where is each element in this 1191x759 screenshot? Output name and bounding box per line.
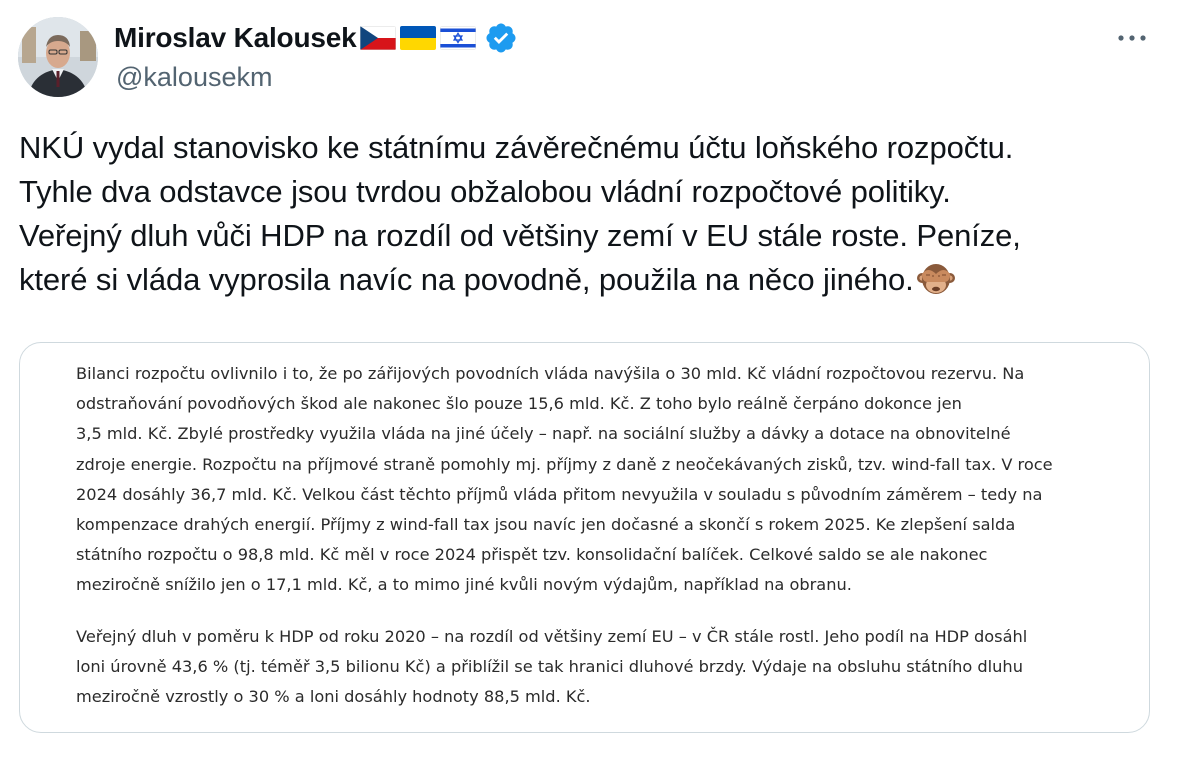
image-text-line: zdroje energie. Rozpočtu na příjmové str… bbox=[76, 454, 1053, 474]
display-name[interactable]: Miroslav Kalousek bbox=[114, 22, 357, 54]
tweet-line: Veřejný dluh vůči HDP na rozdíl od větši… bbox=[19, 218, 1021, 253]
avatar[interactable] bbox=[18, 17, 98, 97]
author-name-row: Miroslav Kalousek bbox=[114, 18, 518, 58]
tweet-line-last: které si vláda vyprosila navíc na povodn… bbox=[19, 258, 1179, 302]
image-text-line: loni úrovně 43,6 % (tj. téměř 3,5 bilion… bbox=[76, 656, 1023, 676]
image-text-line: meziročně snížilo jen o 17,1 mld. Kč, a … bbox=[76, 575, 852, 595]
see-no-evil-monkey-icon bbox=[916, 260, 956, 298]
image-paragraph-1: Bilanci rozpočtu ovlivnilo i to, že po z… bbox=[76, 359, 1149, 601]
tweet-line-text: které si vláda vyprosila navíc na povodn… bbox=[19, 262, 914, 297]
image-text-line: státního rozpočtu o 98,8 mld. Kč měl v r… bbox=[76, 545, 988, 565]
image-text-line: 2024 dosáhly 36,7 mld. Kč. Velkou část t… bbox=[76, 484, 1043, 504]
image-paragraph-2: Veřejný dluh v poměru k HDP od roku 2020… bbox=[76, 622, 1149, 713]
avatar-photo bbox=[18, 17, 98, 97]
image-text-line: 3,5 mld. Kč. Zbylé prostředky využila vl… bbox=[76, 424, 1011, 444]
ukraine-flag-icon bbox=[400, 26, 437, 50]
author-handle[interactable]: @kalousekm bbox=[116, 62, 272, 93]
czech-flag-icon bbox=[360, 26, 397, 50]
attached-image-card[interactable]: Bilanci rozpočtu ovlivnilo i to, že po z… bbox=[19, 342, 1150, 733]
tweet-line: Tyhle dva odstavce jsou tvrdou obžalobou… bbox=[19, 174, 951, 209]
image-text-line: Bilanci rozpočtu ovlivnilo i to, že po z… bbox=[76, 364, 1025, 383]
israel-flag-icon bbox=[440, 26, 477, 50]
image-text-line: odstraňování povodňových škod ale nakone… bbox=[76, 394, 962, 414]
verified-badge-icon[interactable] bbox=[484, 21, 518, 55]
image-text-line: meziročně vzrostly o 30 % a loni dosáhly… bbox=[76, 687, 591, 707]
more-options-button[interactable] bbox=[1110, 22, 1154, 54]
tweet-line: NKÚ vydal stanovisko ke státnímu závěreč… bbox=[19, 130, 1014, 165]
image-text-line: Veřejný dluh v poměru k HDP od roku 2020… bbox=[76, 626, 1028, 646]
image-text-line: kompenzace drahých energií. Příjmy z win… bbox=[76, 515, 1016, 535]
more-dots-icon bbox=[1118, 35, 1146, 41]
tweet-text: NKÚ vydal stanovisko ke státnímu závěreč… bbox=[19, 126, 1179, 302]
